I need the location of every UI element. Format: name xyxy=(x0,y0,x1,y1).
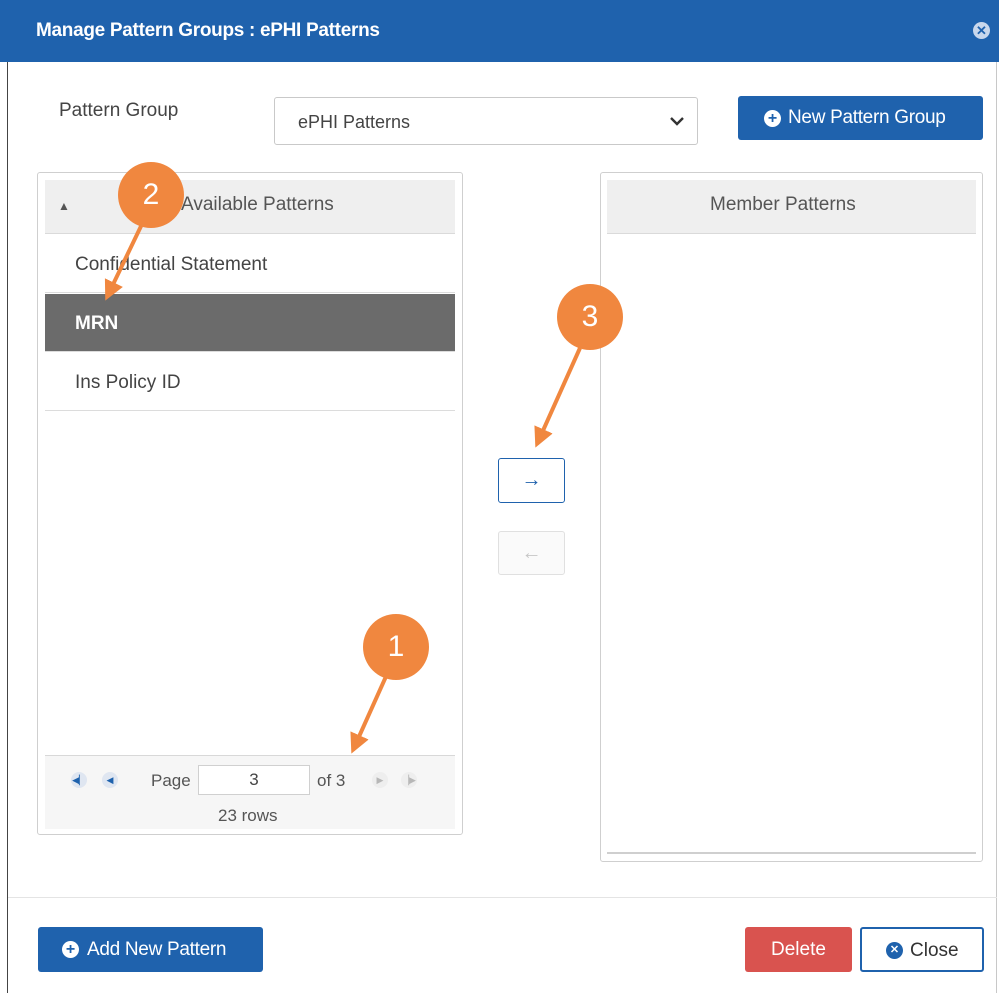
callout-badge: 3 xyxy=(557,284,623,350)
annotation-arrows xyxy=(104,221,582,754)
callout-badge: 2 xyxy=(118,162,184,228)
callout-badge: 1 xyxy=(363,614,429,680)
